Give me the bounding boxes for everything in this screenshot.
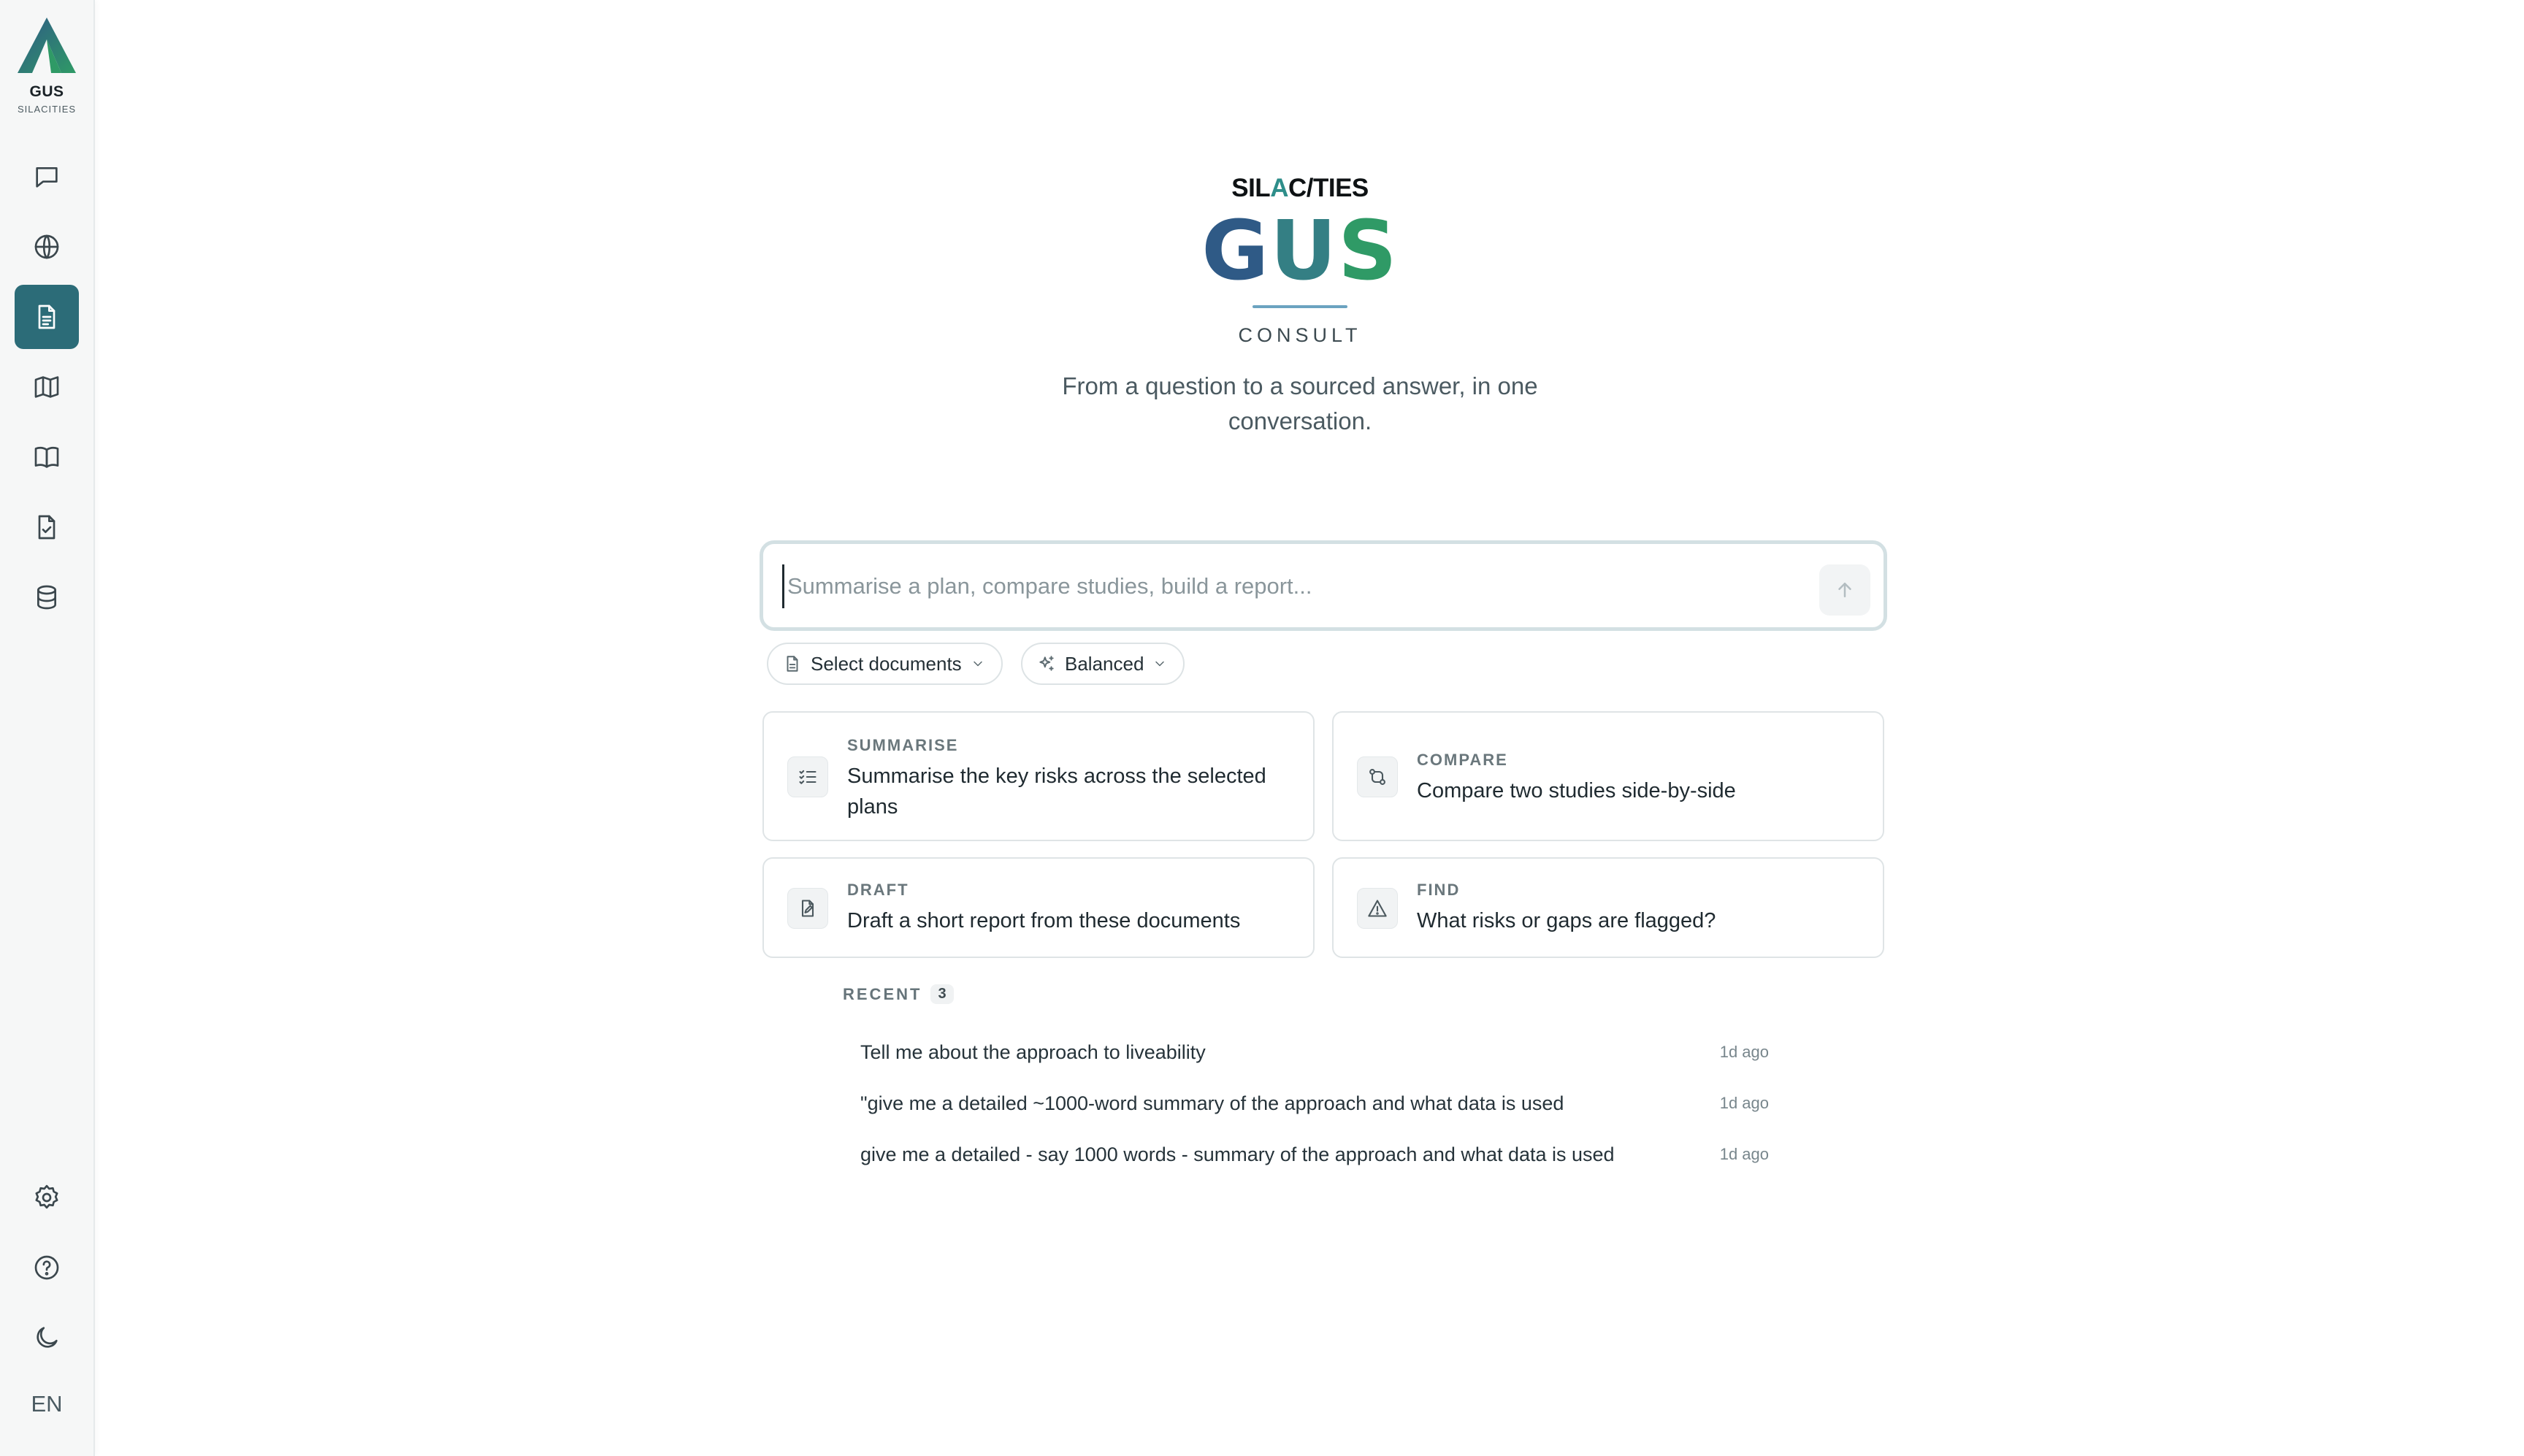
draft-icon — [801, 900, 814, 917]
arrow-up-icon — [1838, 583, 1851, 597]
composer — [760, 540, 1887, 631]
recent-item[interactable]: "give me a detailed ~1000-word summary o… — [860, 1085, 1769, 1122]
recent-count-badge: 3 — [930, 984, 954, 1004]
nav-chat[interactable] — [15, 145, 79, 209]
language-switcher[interactable]: EN — [15, 1379, 79, 1430]
brand[interactable]: GUS SILACITIES — [0, 18, 93, 115]
silacities-wordmark: SILAC/TIES — [1231, 174, 1369, 202]
settings-icon — [35, 1184, 58, 1209]
suggestion-card-find[interactable]: FIND What risks or gaps are flagged? — [1332, 857, 1884, 958]
product-name: CONSULT — [1238, 324, 1362, 346]
database-icon — [37, 585, 56, 610]
recent-item-title: "give me a detailed ~1000-word summary o… — [860, 1092, 1564, 1114]
file-check-icon — [38, 515, 56, 540]
card-kicker: DRAFT — [847, 881, 909, 899]
mode-dropdown[interactable]: Balanced — [1021, 643, 1185, 685]
nav-theme-toggle[interactable] — [15, 1306, 79, 1370]
prompt-input[interactable] — [782, 564, 1805, 608]
recent-item-time: 1d ago — [1719, 1043, 1769, 1061]
document-icon — [38, 304, 56, 329]
recent-item-time: 1d ago — [1719, 1094, 1769, 1112]
card-title: Draft a short report from these document… — [847, 909, 1241, 932]
card-title: Compare two studies side-by-side — [1417, 779, 1736, 802]
nav-library[interactable] — [15, 425, 79, 489]
nav-reviews[interactable] — [15, 495, 79, 559]
gus-wordmark: GUS — [1201, 204, 1399, 299]
chevron-down-icon — [973, 661, 982, 667]
recent-item-time: 1d ago — [1719, 1145, 1769, 1163]
send-button[interactable] — [1819, 564, 1870, 616]
recent-item-title: give me a detailed - say 1000 words - su… — [860, 1143, 1615, 1165]
globe-icon — [34, 234, 59, 259]
nav-data[interactable] — [15, 565, 79, 629]
recent-item[interactable]: Tell me about the approach to liveabilit… — [860, 1034, 1769, 1070]
brand-name: GUS — [29, 83, 64, 100]
recent-header: RECENT 3 — [843, 984, 954, 1004]
chevron-down-icon — [1155, 661, 1165, 667]
suggestion-card-summarise[interactable]: SUMMARISE Summarise the key risks across… — [762, 711, 1315, 841]
card-kicker: FIND — [1417, 881, 1461, 899]
warning-icon — [1368, 900, 1387, 917]
nav-map[interactable] — [15, 355, 79, 419]
recent-item[interactable]: give me a detailed - say 1000 words - su… — [860, 1136, 1769, 1173]
card-title: Summarise the key risks across the selec… — [847, 765, 1266, 819]
sidebar: GUS SILACITIES EN — [0, 0, 95, 1456]
card-icon-box — [787, 756, 828, 797]
recent-item-title: Tell me about the approach to liveabilit… — [860, 1041, 1206, 1063]
recent-label: RECENT — [843, 984, 922, 1003]
suggestion-card-draft[interactable]: DRAFT Draft a short report from these do… — [762, 857, 1315, 958]
sparkles-icon — [1039, 656, 1054, 671]
nav-documents[interactable] — [15, 285, 79, 349]
logo-divider — [1253, 305, 1347, 308]
nav-settings[interactable] — [15, 1165, 79, 1230]
moon-icon — [37, 1327, 58, 1348]
select-documents-label: Select documents — [811, 652, 962, 675]
tagline: From a question to a sourced answer, in … — [1062, 372, 1538, 434]
card-icon-box — [1357, 888, 1398, 929]
hero: SILAC/TIES GUS CONSULT From a question t… — [1008, 172, 1592, 439]
card-icon-box — [787, 888, 828, 929]
map-icon — [34, 376, 59, 398]
list-check-icon — [799, 770, 817, 784]
help-icon — [34, 1255, 59, 1280]
card-title: What risks or gaps are flagged? — [1417, 909, 1716, 932]
compare-icon — [1369, 769, 1385, 785]
nav-globe[interactable] — [15, 215, 79, 279]
select-documents-dropdown[interactable]: Select documents — [767, 643, 1003, 685]
nav-help[interactable] — [15, 1235, 79, 1300]
card-kicker: COMPARE — [1417, 751, 1508, 769]
suggestion-card-compare[interactable]: COMPARE Compare two studies side-by-side — [1332, 711, 1884, 841]
card-kicker: SUMMARISE — [847, 736, 959, 754]
mode-label: Balanced — [1065, 652, 1144, 675]
brand-subtitle: SILACITIES — [17, 104, 77, 115]
card-icon-box — [1357, 756, 1398, 797]
book-icon — [34, 446, 59, 468]
brand-logo-icon — [18, 18, 76, 73]
document-icon — [787, 656, 798, 672]
chat-icon — [36, 167, 58, 188]
